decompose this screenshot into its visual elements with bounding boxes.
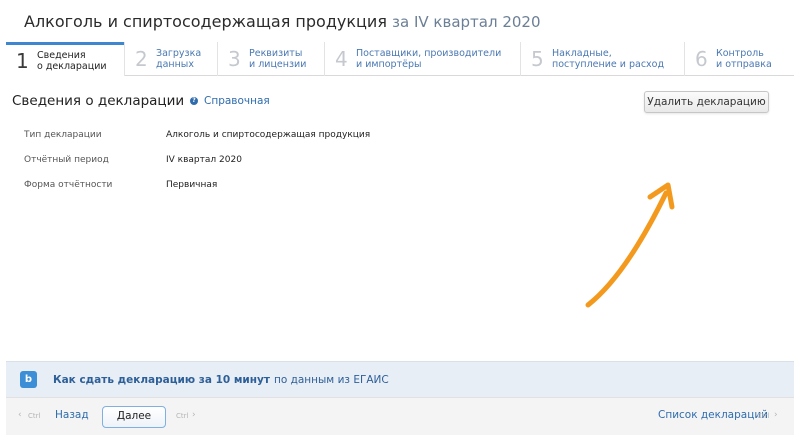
- field-value: IV квартал 2020: [166, 155, 242, 165]
- declarations-list-link[interactable]: Список деклараций: [658, 409, 768, 421]
- step-label: Поставщики, производители и импортёры: [356, 48, 502, 70]
- declaration-info-panel: Сведения о декларации ? Справочная Удали…: [6, 77, 794, 361]
- step-number: 6: [695, 47, 708, 71]
- declaration-type-title: Алкоголь и спиртосодержащая продукция: [24, 12, 387, 31]
- step-number: 5: [531, 47, 544, 71]
- kontur-logo-icon: b: [20, 371, 37, 388]
- step-number: 4: [335, 47, 348, 71]
- step-data-upload[interactable]: 2 Загрузка данных: [124, 42, 217, 76]
- back-link[interactable]: Назад: [55, 409, 89, 421]
- annotation-arrow-icon: [585, 182, 675, 308]
- step-label: Загрузка данных: [156, 48, 202, 70]
- chevron-right-icon: ›: [192, 410, 196, 420]
- help-label: Справочная: [204, 95, 270, 107]
- delete-declaration-button[interactable]: Удалить декларацию: [644, 91, 769, 113]
- next-button[interactable]: Далее: [102, 406, 166, 428]
- field-label: Отчётный период: [24, 155, 109, 165]
- list-shortcut-hint: Ctrl: [757, 412, 770, 420]
- step-label: Сведения о декларации: [37, 49, 107, 72]
- field-label: Форма отчётности: [24, 180, 113, 190]
- chevron-left-icon: ‹: [18, 410, 22, 420]
- promo-text: по данным из ЕГАИС: [273, 373, 389, 386]
- step-label: Накладные, поступление и расход: [552, 48, 665, 70]
- field-value: Алкоголь и спиртосодержащая продукция: [166, 130, 371, 140]
- declaration-period: за IV квартал 2020: [392, 13, 541, 31]
- page-header: Алкоголь и спиртосодержащая продукция за…: [0, 0, 800, 42]
- next-shortcut-hint: Ctrl: [176, 412, 189, 420]
- chevron-right-icon: ›: [774, 410, 778, 420]
- step-number: 2: [135, 47, 148, 71]
- step-requisites[interactable]: 3 Реквизиты и лицензии: [217, 42, 324, 76]
- step-declaration-info[interactable]: 1 Сведения о декларации: [6, 42, 124, 76]
- page-title: Алкоголь и спиртосодержащая продукция за…: [24, 12, 541, 31]
- wizard-steps: 1 Сведения о декларации 2 Загрузка данны…: [6, 42, 794, 76]
- question-circle-icon: ?: [190, 97, 198, 105]
- promo-banner[interactable]: b Как сдать декларацию за 10 минут по да…: [6, 361, 794, 397]
- promo-bold-text[interactable]: Как сдать декларацию за 10 минут: [53, 374, 270, 386]
- help-link[interactable]: ? Справочная: [190, 95, 270, 107]
- step-control[interactable]: 6 Контроль и отправка: [684, 42, 794, 76]
- wizard-footer: ‹ Ctrl Назад Далее Ctrl › Список деклара…: [6, 397, 794, 435]
- step-number: 1: [16, 48, 29, 73]
- step-number: 3: [228, 47, 241, 71]
- step-label: Контроль и отправка: [716, 48, 772, 70]
- field-value: Первичная: [166, 180, 218, 190]
- back-shortcut-hint: Ctrl: [28, 412, 41, 420]
- section-title: Сведения о декларации: [12, 93, 185, 109]
- step-invoices[interactable]: 5 Накладные, поступление и расход: [520, 42, 684, 76]
- step-suppliers[interactable]: 4 Поставщики, производители и импортёры: [324, 42, 520, 76]
- step-label: Реквизиты и лицензии: [249, 48, 307, 70]
- field-label: Тип декларации: [24, 130, 102, 140]
